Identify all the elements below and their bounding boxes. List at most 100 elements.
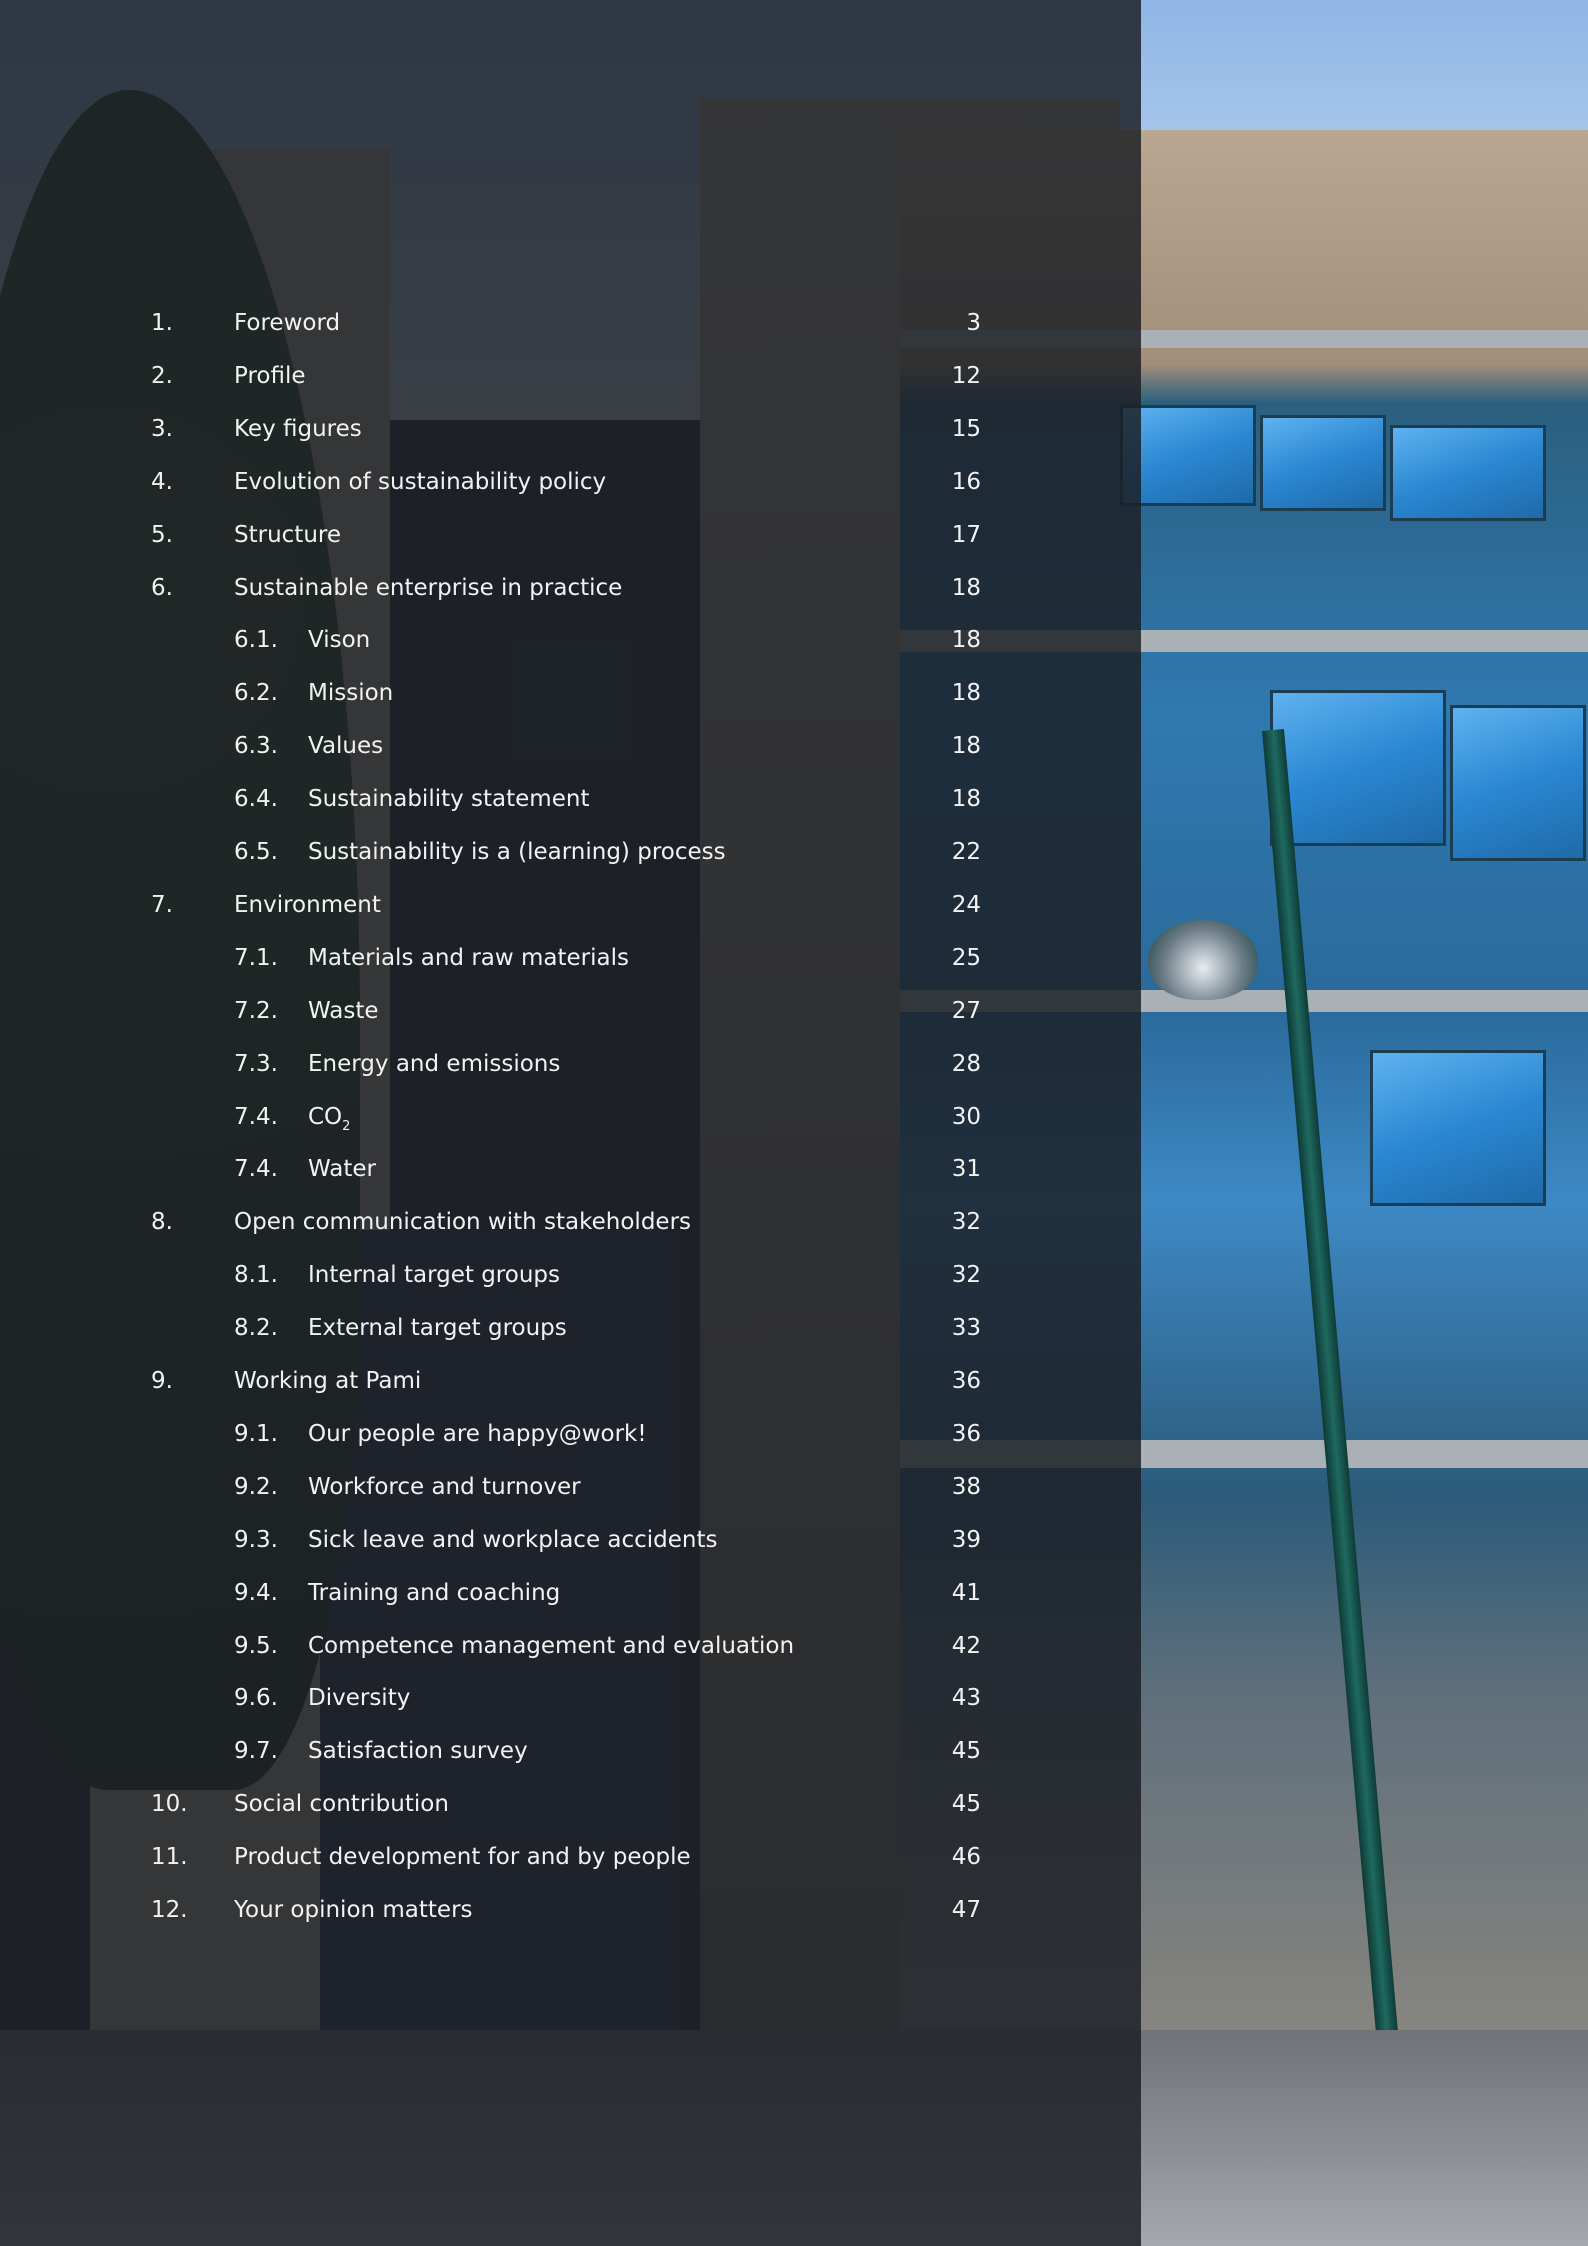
toc-page-number: 24 xyxy=(951,891,981,918)
toc-subentry[interactable]: 6.2. Mission 18 xyxy=(0,667,1141,720)
toc-number: 4. xyxy=(151,468,173,495)
toc-page-number: 36 xyxy=(951,1368,981,1394)
toc-page-number: 47 xyxy=(951,1897,981,1923)
toc-title-subscript: 2 xyxy=(342,1118,351,1134)
toc-page-number: 18 xyxy=(951,733,981,760)
toc-title: Competence management and evaluation xyxy=(308,1632,795,1659)
window xyxy=(1450,705,1586,861)
toc-title: Waste xyxy=(308,997,379,1024)
toc-number: 8. xyxy=(151,1209,173,1236)
toc-page-number: 41 xyxy=(951,1579,981,1606)
toc-page-number: 42 xyxy=(951,1632,981,1659)
toc-number: 2. xyxy=(151,362,173,389)
toc-subentry[interactable]: 6.1. Vison 18 xyxy=(0,614,1141,667)
toc-subentry[interactable]: 7.1. Materials and raw materials 25 xyxy=(0,932,1141,985)
toc-number: 9.5. xyxy=(234,1632,278,1659)
toc-entry[interactable]: 6. Sustainable enterprise in practice 18 xyxy=(0,562,1141,615)
toc-number: 9.1. xyxy=(234,1420,278,1447)
toc-number: 7.3. xyxy=(234,1050,278,1077)
toc-subentry[interactable]: 7.4. CO2 30 xyxy=(0,1091,1141,1144)
toc-subentry[interactable]: 9.3. Sick leave and workplace accidents 39 xyxy=(0,1514,1141,1567)
toc-subentry[interactable]: 7.3. Energy and emissions 28 xyxy=(0,1038,1141,1091)
toc-page-number: 28 xyxy=(951,1050,981,1077)
toc-number: 7.4. xyxy=(234,1103,278,1130)
toc-entry[interactable]: 12. Your opinion matters 47 xyxy=(0,1884,1141,1937)
toc-title: Sick leave and workplace accidents xyxy=(308,1526,718,1553)
toc-number: 9.2. xyxy=(234,1473,278,1500)
toc-title: Environment xyxy=(234,891,381,918)
toc-number: 6.2. xyxy=(234,680,278,707)
toc-number: 7.4. xyxy=(234,1156,278,1183)
toc-page-number: 27 xyxy=(951,997,981,1024)
toc-title: Your opinion matters xyxy=(234,1897,473,1923)
toc-entry[interactable]: 3. Key figures 15 xyxy=(0,403,1141,456)
toc-title: Diversity xyxy=(308,1685,411,1712)
toc-number: 1. xyxy=(151,310,173,336)
toc-number: 9.3. xyxy=(234,1526,278,1553)
window xyxy=(1390,425,1546,521)
toc-number: 9. xyxy=(151,1368,173,1394)
toc-entry[interactable]: 5. Structure 17 xyxy=(0,509,1141,562)
toc-page-number: 18 xyxy=(951,786,981,813)
toc-number: 9.7. xyxy=(234,1738,278,1765)
toc-subentry[interactable]: 9.1. Our people are happy@work! 36 xyxy=(0,1408,1141,1461)
toc-entry[interactable]: 11. Product development for and by people… xyxy=(0,1831,1141,1884)
toc-subentry[interactable]: 6.5. Sustainability is a (learning) proce… xyxy=(0,826,1141,879)
toc-title: Profile xyxy=(234,362,306,389)
table-of-contents: 1. Foreword 3 2. Profile 12 3. Key figures 15 4. E… xyxy=(0,0,1141,2246)
toc-title: Our people are happy@work! xyxy=(308,1420,647,1447)
toc-number: 10. xyxy=(151,1791,188,1818)
toc-page-number: 18 xyxy=(951,680,981,707)
toc-page-number: 32 xyxy=(951,1209,981,1236)
toc-page-number: 38 xyxy=(951,1473,981,1500)
toc-page-number: 45 xyxy=(951,1791,981,1818)
toc-number: 9.4. xyxy=(234,1579,278,1606)
toc-title: Structure xyxy=(234,521,341,548)
toc-page-number: 18 xyxy=(951,627,981,654)
toc-title: Vison xyxy=(308,627,371,654)
toc-title: Evolution of sustainability policy xyxy=(234,468,607,495)
toc-subentry[interactable]: 8.2. External target groups 33 xyxy=(0,1302,1141,1355)
toc-subentry[interactable]: 6.4. Sustainability statement 18 xyxy=(0,773,1141,826)
toc-subentry[interactable]: 7.4. Water 31 xyxy=(0,1143,1141,1196)
toc-title: Satisfaction survey xyxy=(308,1738,528,1765)
toc-number: 11. xyxy=(151,1844,188,1871)
toc-subentry[interactable]: 9.5. Competence management and evaluation… xyxy=(0,1620,1141,1673)
toc-page-number: 43 xyxy=(951,1685,981,1712)
toc-title: CO2 xyxy=(308,1103,351,1134)
toc-number: 6.1. xyxy=(234,627,278,654)
toc-entry[interactable]: 4. Evolution of sustainability policy 16 xyxy=(0,456,1141,509)
toc-title: Energy and emissions xyxy=(308,1050,561,1077)
toc-entry[interactable]: 2. Profile 12 xyxy=(0,350,1141,403)
toc-number: 6. xyxy=(151,574,173,601)
toc-page-number: 18 xyxy=(951,574,981,601)
toc-number: 12. xyxy=(151,1897,188,1923)
toc-title: Foreword xyxy=(234,310,341,336)
toc-subentry[interactable]: 9.2. Workforce and turnover 38 xyxy=(0,1461,1141,1514)
toc-entry[interactable]: 1. Foreword 3 xyxy=(0,297,1141,350)
toc-page-number: 17 xyxy=(951,521,981,548)
toc-entry[interactable]: 9. Working at Pami 36 xyxy=(0,1355,1141,1408)
toc-subentry[interactable]: 9.4. Training and coaching 41 xyxy=(0,1567,1141,1620)
toc-page-number: 3 xyxy=(966,310,981,336)
toc-subentry[interactable]: 7.2. Waste 27 xyxy=(0,985,1141,1038)
toc-entry[interactable]: 8. Open communication with stakeholders 32 xyxy=(0,1196,1141,1249)
street-lamp xyxy=(1148,920,1258,1000)
toc-title: Training and coaching xyxy=(308,1579,561,1606)
window xyxy=(1260,415,1386,511)
toc-title: Mission xyxy=(308,680,394,707)
toc-title: Values xyxy=(308,733,384,760)
toc-title: Open communication with stakeholders xyxy=(234,1209,692,1236)
toc-page-number: 45 xyxy=(951,1738,981,1765)
toc-subentry[interactable]: 9.6. Diversity 43 xyxy=(0,1672,1141,1725)
toc-subentry[interactable]: 9.7. Satisfaction survey 45 xyxy=(0,1725,1141,1778)
toc-number: 6.5. xyxy=(234,839,278,865)
toc-subentry[interactable]: 8.1. Internal target groups 32 xyxy=(0,1249,1141,1302)
toc-entry[interactable]: 7. Environment 24 xyxy=(0,879,1141,932)
toc-title: Key figures xyxy=(234,415,362,442)
window xyxy=(1270,690,1446,846)
toc-entry[interactable]: 10. Social contribution 45 xyxy=(0,1778,1141,1831)
toc-subentry[interactable]: 6.3. Values 18 xyxy=(0,720,1141,773)
toc-page-number: 36 xyxy=(951,1420,981,1447)
toc-page-number: 16 xyxy=(951,468,981,495)
